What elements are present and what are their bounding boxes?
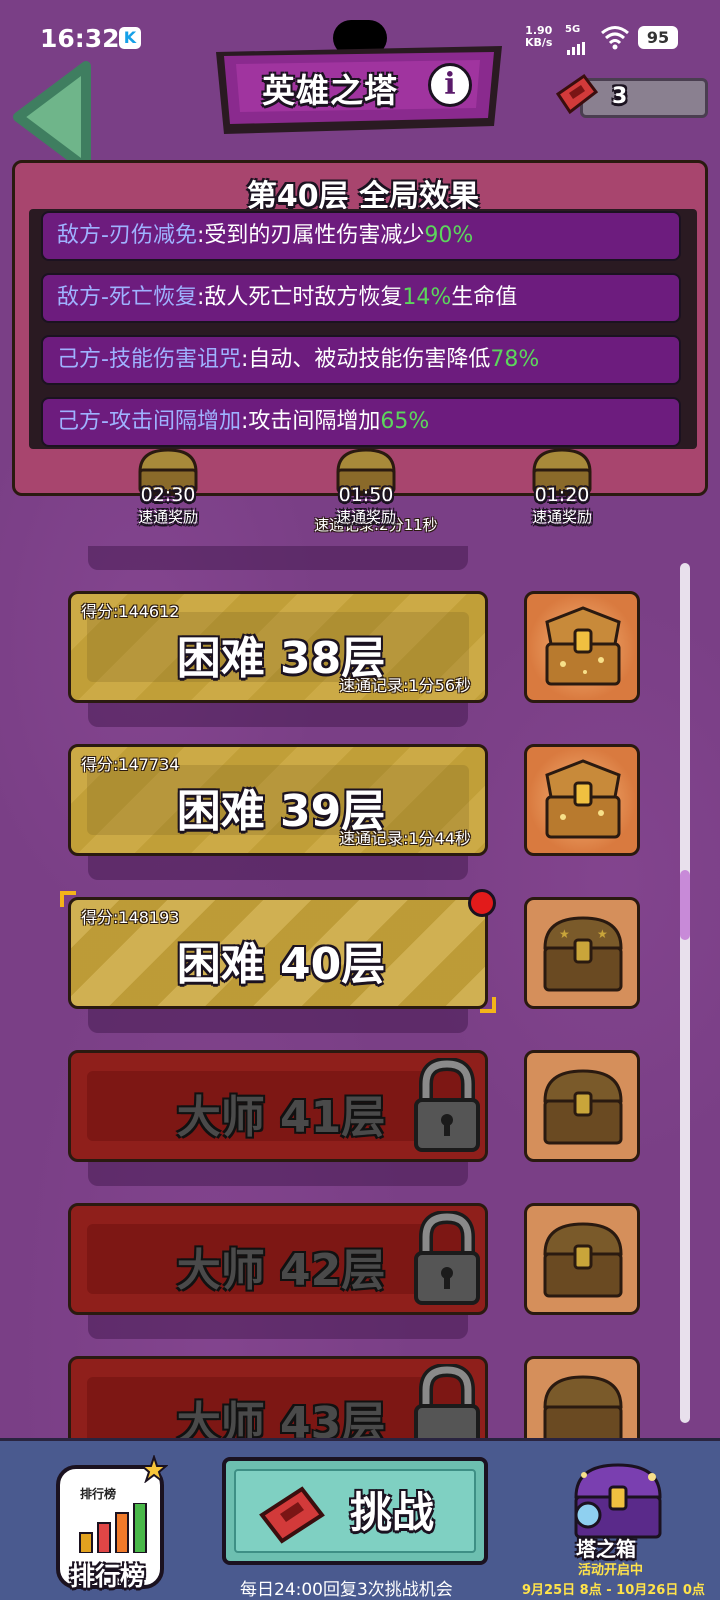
level-list[interactable]: 得分:144612 困难 38层 速通记录:1分56秒 得分:147734 困难…: [0, 480, 720, 1440]
level-row: 大师 42层: [0, 1203, 720, 1357]
effect-text: :攻击间隔增加: [240, 409, 381, 434]
level-card-40[interactable]: 得分:148193 困难 40层: [68, 897, 488, 1009]
reward-label: 速通奖励: [335, 508, 396, 526]
level-card-38[interactable]: 得分:144612 困难 38层 速通记录:1分56秒: [68, 591, 488, 703]
challenge-button[interactable]: 挑战: [222, 1457, 488, 1565]
net-speed: 1.90 KB/s: [525, 25, 552, 49]
challenge-label: 挑战: [350, 1488, 435, 1537]
reward-time: 01:50: [338, 484, 394, 506]
closed-chest-icon: [543, 1375, 623, 1440]
ticket-icon: [555, 73, 599, 115]
card-shadow: [88, 1009, 468, 1033]
chest-slot-39[interactable]: [524, 744, 640, 856]
lock-icon: [414, 1364, 480, 1440]
battery-indicator: 95: [638, 26, 678, 49]
reward-time: 01:20: [534, 484, 590, 506]
closed-chest-icon: ★ ★: [543, 916, 623, 992]
svg-text:★: ★: [597, 927, 608, 941]
back-arrow-icon: [13, 61, 91, 173]
bottom-bar: 排行榜 排行榜 挑战 每日24:00回复3次挑战机会 塔之箱 活动开启中 9月2…: [0, 1438, 720, 1600]
back-button[interactable]: [6, 58, 98, 176]
scrollbar-thumb[interactable]: [680, 870, 690, 940]
effect-item: 敌方-死亡恢复:敌人死亡时敌方恢复14%生命值: [41, 273, 681, 323]
chest-slot-38[interactable]: [524, 591, 640, 703]
chest-slot-42[interactable]: [524, 1203, 640, 1315]
bar-chart-icon: [79, 1503, 147, 1553]
card-shadow: [88, 1162, 468, 1186]
effect-name: 敌方-刃伤减免: [57, 223, 197, 248]
effect-item: 己方-攻击间隔增加:攻击间隔增加65%: [41, 397, 681, 447]
tower-chest-label: 塔之箱: [576, 1537, 636, 1561]
event-dates: 9月25日 8点 - 10月26日 0点: [522, 1583, 705, 1598]
effect-suffix: 生命值: [451, 285, 518, 310]
closed-chest-icon: [543, 1069, 623, 1145]
level-score: 得分:148193: [81, 908, 180, 927]
reward-label: 速通奖励: [531, 508, 592, 526]
selection-corner: [60, 891, 76, 907]
app-badge-icon: K: [119, 27, 141, 49]
card-shadow: [88, 703, 468, 727]
status-time: 16:32: [40, 24, 120, 53]
effect-value: 90%: [424, 223, 474, 248]
effect-name: 己方-攻击间隔增加: [57, 409, 241, 434]
card-shadow: [88, 856, 468, 880]
level-card-39[interactable]: 得分:147734 困难 39层 速通记录:1分44秒: [68, 744, 488, 856]
ticket-icon: [259, 1486, 325, 1544]
notification-dot: [468, 889, 496, 917]
lock-icon: [414, 1211, 480, 1305]
level-row: 得分:144612 困难 38层 速通记录:1分56秒: [0, 591, 720, 745]
speed-reward-2[interactable]: 01:50 速通奖励: [330, 446, 402, 527]
wifi-icon: [601, 26, 629, 50]
effect-name: 敌方-死亡恢复: [57, 285, 197, 310]
card-shadow: [88, 1315, 468, 1339]
star-icon: [140, 1455, 168, 1483]
effect-value: 14%: [402, 285, 452, 310]
signal-icon: [567, 36, 587, 55]
net-speed-unit: KB/s: [525, 36, 553, 49]
speed-record: 速通记录:1分56秒: [339, 676, 471, 695]
scrollbar-track[interactable]: [680, 563, 690, 1423]
effect-value: 78%: [490, 347, 540, 372]
svg-text:★: ★: [559, 927, 570, 941]
effect-text: :受到的刃属性伤害减少: [196, 223, 425, 248]
level-row: 大师 43层: [0, 1356, 720, 1440]
ticket-count: 3: [612, 84, 628, 109]
reward-time: 02:30: [140, 484, 196, 506]
level-row: 得分:147734 困难 39层 速通记录:1分44秒: [0, 744, 720, 898]
info-button[interactable]: i: [428, 63, 472, 107]
chest-slot-40[interactable]: ★ ★: [524, 897, 640, 1009]
tower-chest-icon: [574, 1463, 662, 1539]
effect-text: :敌人死亡时敌方恢复: [196, 285, 403, 310]
card-shadow: [88, 546, 468, 570]
effect-value: 65%: [380, 409, 430, 434]
reward-label: 速通奖励: [137, 508, 198, 526]
effect-item: 己方-技能伤害诅咒:自动、被动技能伤害降低78%: [41, 335, 681, 385]
speed-reward-3[interactable]: 01:20 速通奖励: [526, 446, 598, 527]
event-status: 活动开启中: [578, 1563, 644, 1578]
refresh-note: 每日24:00回复3次挑战机会: [240, 1580, 453, 1600]
speed-record: 速通记录:1分44秒: [339, 829, 471, 848]
effect-item: 敌方-刃伤减免:受到的刃属性伤害减少90%: [41, 211, 681, 261]
page-title: 英雄之塔: [262, 71, 398, 110]
effect-name: 己方-技能伤害诅咒: [57, 347, 241, 372]
effect-text: :自动、被动技能伤害降低: [240, 347, 491, 372]
leaderboard-button[interactable]: 排行榜 排行榜: [56, 1455, 172, 1595]
open-chest-icon: [545, 759, 621, 839]
level-name: 困难 40层: [176, 939, 386, 990]
closed-chest-icon: [543, 1222, 623, 1298]
level-row: 大师 41层: [0, 1050, 720, 1204]
level-score: 得分:147734: [81, 755, 180, 774]
network-type: 5G: [565, 24, 581, 35]
leaderboard-label: 排行榜: [70, 1562, 146, 1591]
level-row: 得分:148193 困难 40层 ★ ★: [0, 889, 720, 1051]
speed-reward-1[interactable]: 02:30 速通奖励: [132, 446, 204, 527]
level-score: 得分:144612: [81, 602, 180, 621]
selection-corner: [480, 997, 496, 1013]
chest-slot-41[interactable]: [524, 1050, 640, 1162]
lock-icon: [414, 1058, 480, 1152]
chest-slot-43[interactable]: [524, 1356, 640, 1440]
leaderboard-mini-label: 排行榜: [80, 1487, 117, 1501]
open-chest-icon: [545, 606, 621, 686]
